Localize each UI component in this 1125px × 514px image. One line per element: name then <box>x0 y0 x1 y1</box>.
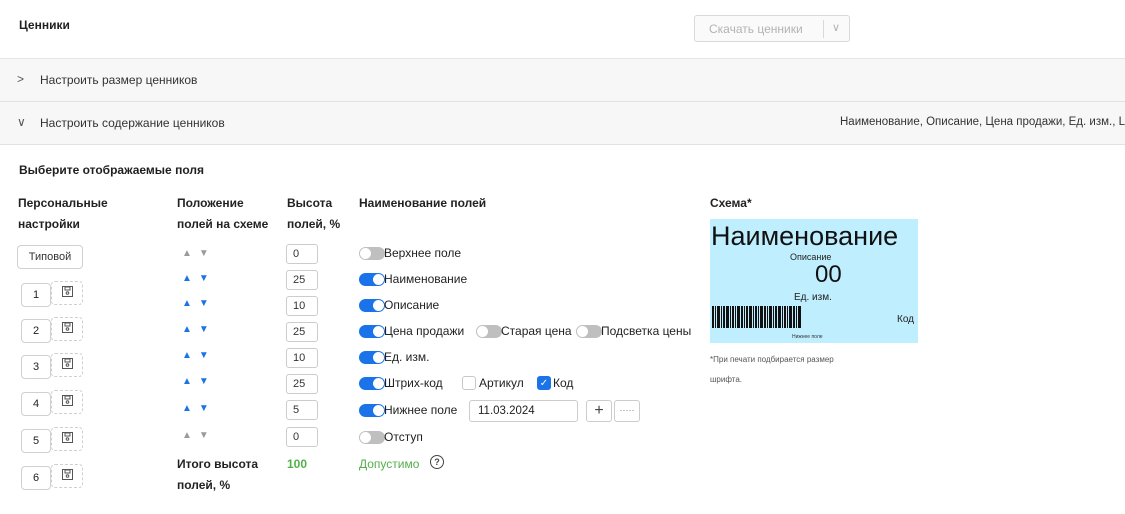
field-label: Нижнее поле <box>384 403 458 417</box>
move-arrows[interactable]: ▲▼ <box>182 298 216 309</box>
save-icon[interactable] <box>51 390 83 414</box>
col-position-line1: Положение <box>177 196 244 210</box>
col-height-line1: Высота <box>287 196 333 210</box>
article-label: Артикул <box>479 376 524 390</box>
code-label: Код <box>553 376 574 390</box>
move-arrows[interactable]: ▲▼ <box>182 248 216 259</box>
height-input[interactable]: 5 <box>286 400 318 420</box>
field-label: Штрих-код <box>384 376 443 390</box>
field-label: Ед. изм. <box>384 350 430 364</box>
barcode-icon <box>712 306 801 328</box>
toggle-barcode-field[interactable] <box>359 377 385 390</box>
save-icon[interactable] <box>51 353 83 377</box>
col-height-line2: полей, % <box>287 217 341 231</box>
accordion-size-label: Настроить размер ценников <box>40 73 198 87</box>
download-price-tags-button[interactable]: Скачать ценники ∨ <box>694 15 850 42</box>
move-arrows[interactable]: ▲▼ <box>182 350 216 361</box>
status-ok: Допустимо <box>359 457 420 471</box>
save-icon[interactable] <box>51 317 83 341</box>
height-input[interactable]: 10 <box>286 348 318 368</box>
field-label: Верхнее поле <box>384 246 462 260</box>
move-arrows[interactable]: ▲▼ <box>182 376 216 387</box>
add-button[interactable]: + <box>586 400 612 422</box>
print-note-line2: шрифта. <box>710 375 742 384</box>
preset-slot-5[interactable]: 5 <box>21 429 51 453</box>
preview-unit: Ед. изм. <box>794 292 832 303</box>
col-names: Наименование полей <box>359 196 487 210</box>
old-price-label: Старая цена <box>501 324 572 338</box>
height-input[interactable]: 0 <box>286 244 318 264</box>
preset-slot-1[interactable]: 1 <box>21 283 51 307</box>
help-icon[interactable]: ? <box>430 455 444 469</box>
height-input[interactable]: 25 <box>286 374 318 394</box>
page-title: Ценники <box>19 18 70 32</box>
save-icon[interactable] <box>51 464 83 488</box>
chevron-down-icon[interactable]: ∨ <box>832 21 840 34</box>
page-header <box>0 0 1125 59</box>
preset-slot-6[interactable]: 6 <box>21 466 51 490</box>
total-label-line2: полей, % <box>177 478 231 492</box>
more-button[interactable]: ····· <box>614 400 640 422</box>
height-input[interactable]: 0 <box>286 427 318 447</box>
toggle-description-field[interactable] <box>359 299 385 312</box>
accordion-content-label: Настроить содержание ценников <box>40 116 225 130</box>
save-icon[interactable] <box>51 281 83 305</box>
toggle-bottom-field[interactable] <box>359 404 385 417</box>
move-arrows[interactable]: ▲▼ <box>182 324 216 335</box>
preview-name: Наименование <box>711 221 899 251</box>
toggle-name-field[interactable] <box>359 273 385 286</box>
chevron-right-icon: > <box>17 72 25 86</box>
divider <box>823 20 824 38</box>
accordion-content-summary: Наименование, Описание, Цена продажи, Ед… <box>840 116 1125 128</box>
preview-bottom: Нижнее поле <box>792 334 823 340</box>
download-label: Скачать ценники <box>709 22 803 36</box>
col-personal-line1: Персональные <box>18 196 108 210</box>
field-label: Описание <box>384 298 440 312</box>
col-position-line2: полей на схеме <box>177 217 269 231</box>
save-icon[interactable] <box>51 427 83 451</box>
height-input[interactable]: 25 <box>286 270 318 290</box>
toggle-unit-field[interactable] <box>359 351 385 364</box>
toggle-padding-field[interactable] <box>359 431 385 444</box>
accordion-size[interactable]: > Настроить размер ценников <box>0 59 1125 102</box>
preset-slot-4[interactable]: 4 <box>21 392 51 416</box>
total-label-line1: Итого высота <box>177 457 259 471</box>
col-height: Высота полей, % <box>287 193 340 235</box>
bottom-field-input[interactable]: 11.03.2024 <box>469 400 578 422</box>
field-label: Цена продажи <box>384 324 465 338</box>
toggle-highlight-price[interactable] <box>576 325 602 338</box>
toggle-old-price[interactable] <box>476 325 502 338</box>
field-label: Отступ <box>384 430 423 444</box>
col-personal-line2: настройки <box>18 217 80 231</box>
toggle-price-field[interactable] <box>359 325 385 338</box>
col-position: Положение полей на схеме <box>177 193 268 235</box>
article-checkbox[interactable] <box>462 376 476 390</box>
col-scheme: Схема* <box>710 196 752 210</box>
total-height-label: Итого высота полей, % <box>177 454 258 496</box>
price-tag-preview: Наименование Описание 00 Ед. изм. Код Ни… <box>710 219 918 343</box>
code-checkbox[interactable]: ✓ <box>537 376 551 390</box>
move-arrows[interactable]: ▲▼ <box>182 403 216 414</box>
toggle-top-field[interactable] <box>359 247 385 260</box>
highlight-price-label: Подсветка цены <box>601 324 692 338</box>
height-input[interactable]: 25 <box>286 322 318 342</box>
section-title: Выберите отображаемые поля <box>19 163 204 177</box>
col-personal: Персональные настройки <box>18 193 108 235</box>
move-arrows[interactable]: ▲▼ <box>182 430 216 441</box>
preview-code: Код <box>897 314 915 325</box>
preset-slot-3[interactable]: 3 <box>21 355 51 379</box>
field-label: Наименование <box>384 272 468 286</box>
height-input[interactable]: 10 <box>286 296 318 316</box>
move-arrows[interactable]: ▲▼ <box>182 273 216 284</box>
total-height-value: 100 <box>287 457 308 471</box>
preset-slot-2[interactable]: 2 <box>21 319 51 343</box>
print-note-line1: *При печати подбирается размер <box>710 355 834 364</box>
accordion-content[interactable]: ∨ Настроить содержание ценников Наименов… <box>0 102 1125 145</box>
chevron-down-icon: ∨ <box>17 115 26 129</box>
preset-default-button[interactable]: Типовой <box>17 245 83 269</box>
preview-price: 00 <box>815 261 842 288</box>
